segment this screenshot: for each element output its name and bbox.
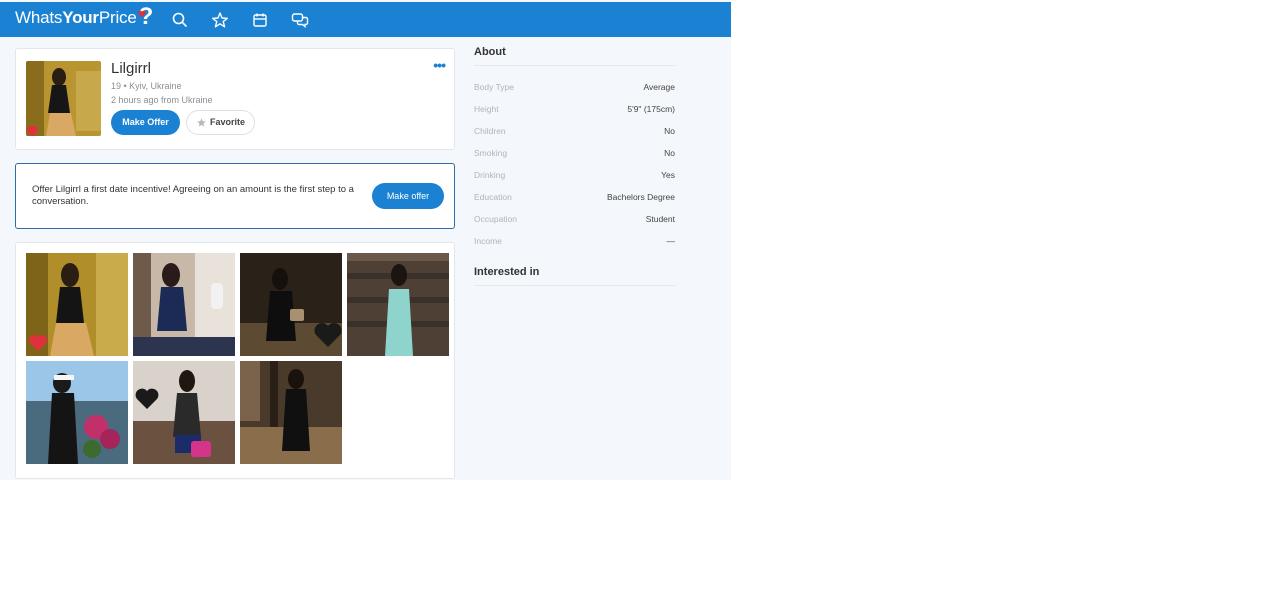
- profile-last-active: 2 hours ago from Ukraine: [111, 95, 213, 105]
- make-offer-button[interactable]: Make Offer: [111, 110, 180, 135]
- search-icon[interactable]: [171, 11, 189, 29]
- profile-card: Lilgirrl 19 • Kyiv, Ukraine 2 hours ago …: [15, 48, 455, 150]
- about-key: Smoking: [474, 148, 508, 158]
- logo-text-a: Whats: [15, 8, 63, 27]
- about-value: 5'9" (175cm): [627, 104, 675, 114]
- photo-thumbnail[interactable]: [133, 253, 235, 356]
- more-options-button[interactable]: •••: [433, 58, 446, 72]
- about-value: Yes: [661, 170, 675, 180]
- offer-prompt-text: Offer Lilgirrl a first date incentive! A…: [32, 184, 354, 207]
- top-navbar: Whats Your Price ?: [0, 2, 731, 37]
- about-key: Education: [474, 192, 512, 202]
- about-value: Bachelors Degree: [606, 192, 675, 202]
- about-panel: About Body Type Average Height 5'9" (175…: [474, 46, 676, 286]
- profile-name: Lilgirrl: [111, 60, 152, 77]
- about-value: No: [664, 148, 675, 158]
- logo-text-c: Price: [98, 8, 137, 27]
- photo-thumbnail[interactable]: [240, 361, 342, 464]
- interested-in-title: Interested in: [474, 266, 676, 286]
- profile-location: 19 • Kyiv, Ukraine: [111, 81, 182, 91]
- logo[interactable]: Whats Your Price ?: [15, 3, 156, 30]
- photo-thumbnail[interactable]: [133, 361, 235, 464]
- offer-prompt-card: Offer Lilgirrl a first date incentive! A…: [15, 163, 455, 229]
- about-value: No: [664, 126, 675, 136]
- about-key: Drinking: [474, 170, 506, 180]
- about-value: —: [666, 236, 676, 246]
- about-key: Occupation: [474, 214, 517, 224]
- photo-thumbnail[interactable]: [347, 253, 449, 356]
- make-offer-button-secondary[interactable]: Make offer: [372, 183, 444, 209]
- about-value: Average: [643, 82, 675, 92]
- app-window: Whats Your Price ? Lilgirrl 19 • Kyiv, U…: [0, 0, 731, 480]
- logo-mark: ?: [137, 3, 156, 30]
- favorite-label: Favorite: [209, 117, 245, 127]
- star-icon[interactable]: [211, 11, 229, 29]
- photo-gallery: [15, 242, 455, 479]
- photo-thumbnail[interactable]: [26, 253, 128, 356]
- about-value: Student: [645, 214, 675, 224]
- star-icon: [197, 118, 206, 127]
- about-key: Body Type: [474, 82, 515, 92]
- about-key: Children: [474, 126, 506, 136]
- avatar[interactable]: [26, 61, 101, 136]
- about-key: Height: [474, 104, 499, 114]
- logo-heart-icon: [137, 10, 146, 18]
- about-key: Income: [474, 236, 502, 246]
- logo-text-b: Your: [62, 8, 99, 27]
- photo-thumbnail[interactable]: [26, 361, 128, 464]
- about-title: About: [474, 46, 676, 66]
- calendar-icon[interactable]: [251, 11, 269, 29]
- photo-thumbnail[interactable]: [240, 253, 342, 356]
- chat-icon[interactable]: [291, 11, 309, 29]
- favorite-button[interactable]: Favorite: [186, 110, 255, 135]
